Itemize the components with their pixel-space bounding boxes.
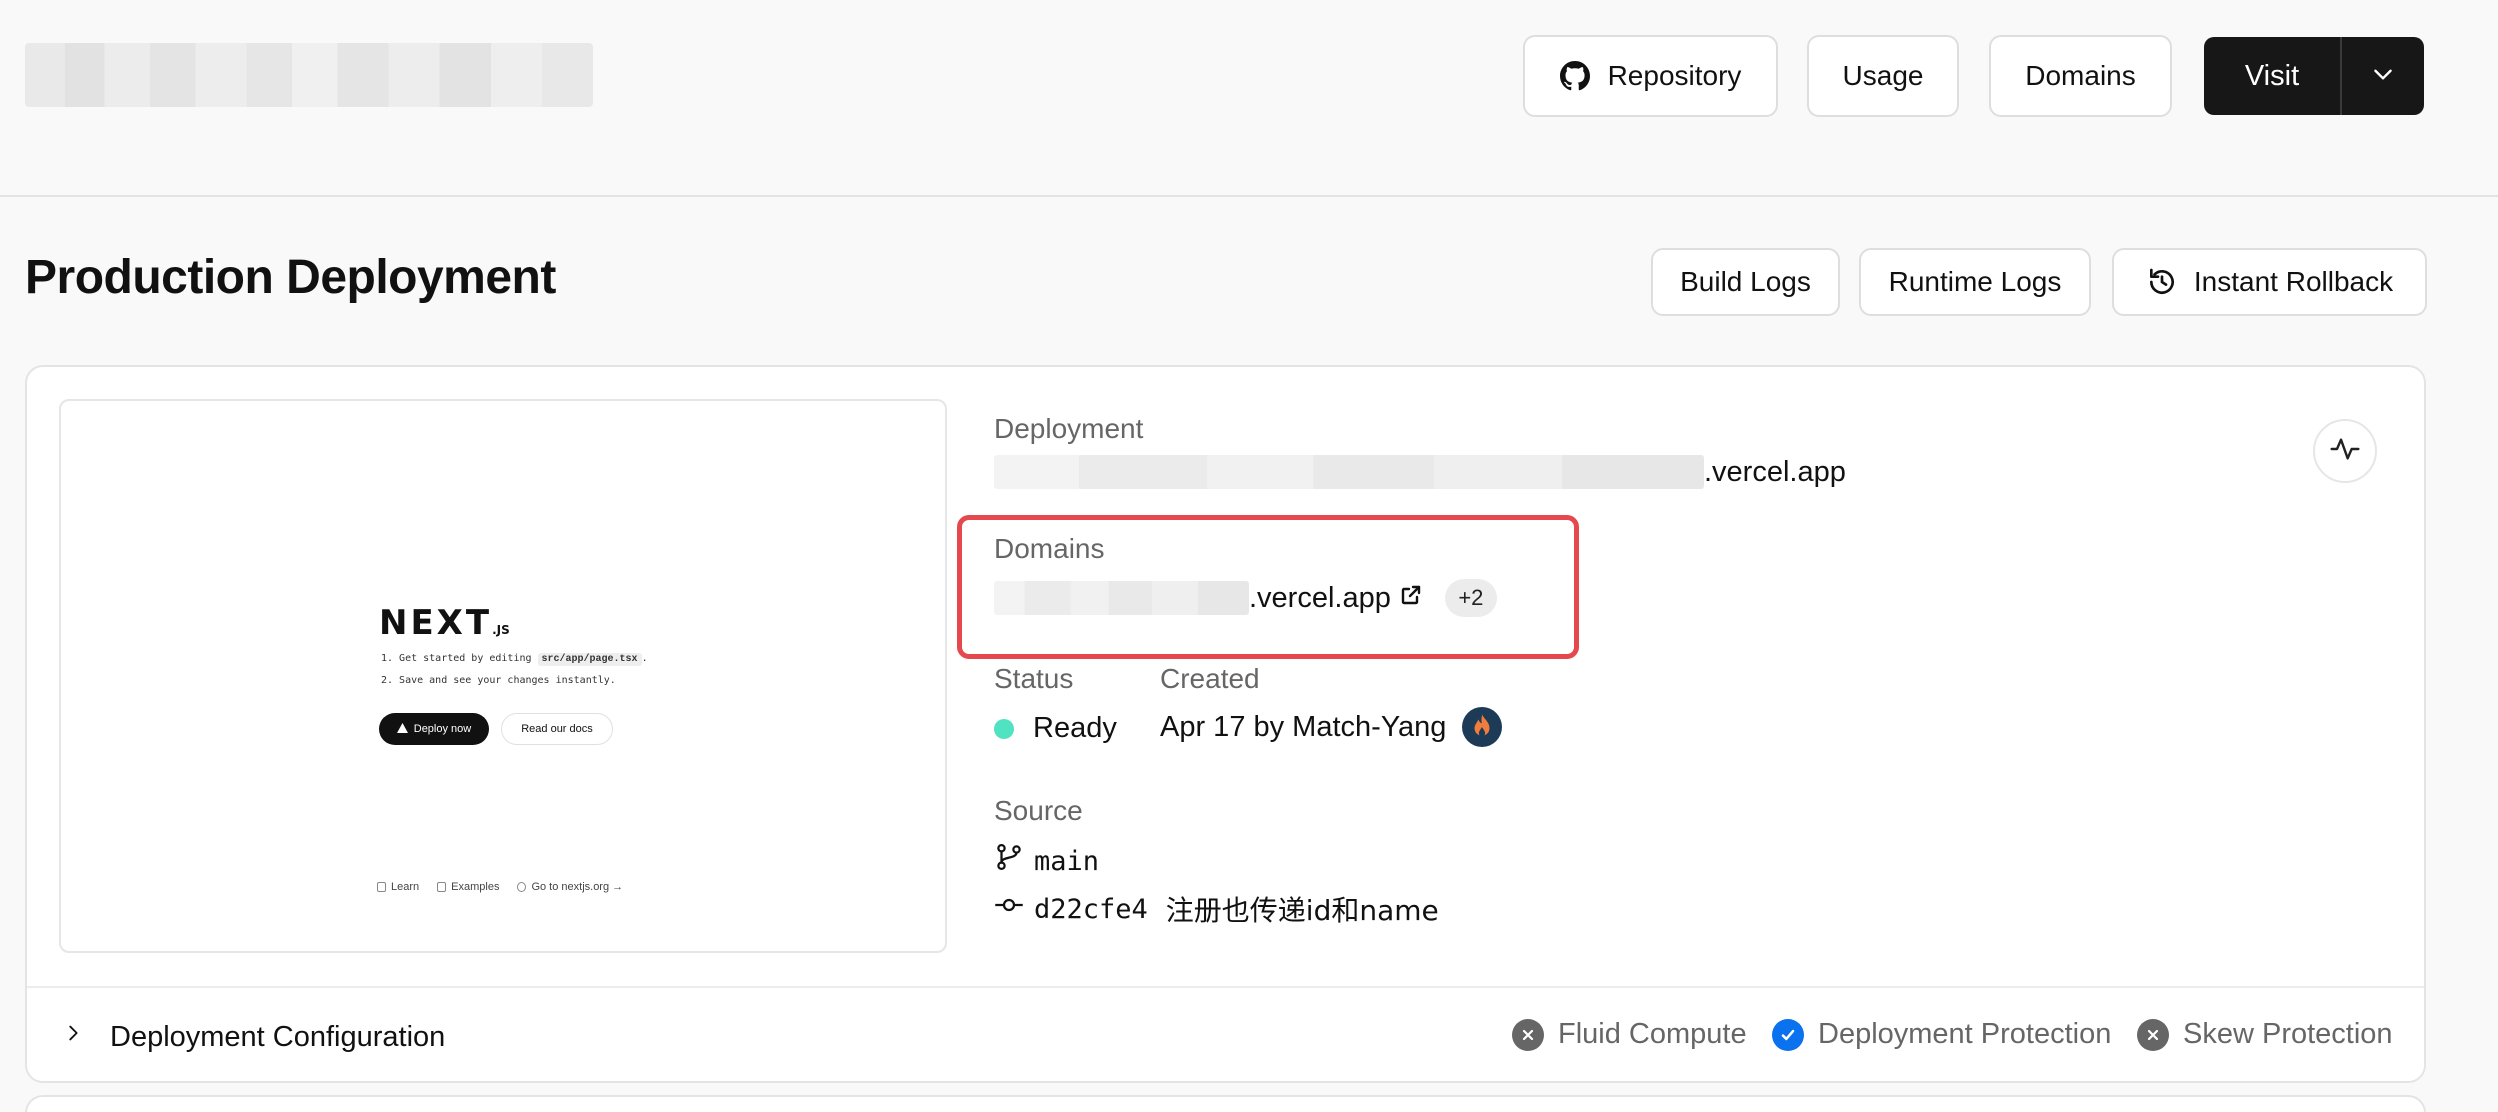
deployment-preview[interactable]: NEXT.JS 1. Get started by editing src/ap…: [59, 399, 947, 953]
triangle-icon: [396, 722, 408, 736]
preview-docs-button: Read our docs: [501, 713, 613, 745]
build-logs-label: Build Logs: [1680, 266, 1811, 297]
deployment-url-suffix: .vercel.app: [1704, 455, 1846, 488]
globe-icon: [517, 882, 527, 892]
domains-button[interactable]: Domains: [1989, 35, 2172, 117]
file-icon: [377, 882, 386, 892]
check-circle-icon: [1772, 1018, 1804, 1051]
domain-url-suffix: .vercel.app: [1249, 581, 1391, 614]
git-branch-icon: [994, 841, 1024, 881]
github-icon: [1559, 61, 1590, 91]
domains-label: Domains: [2025, 60, 2136, 91]
preview-step-2: 2. Save and see your changes instantly.: [381, 675, 616, 686]
usage-label: Usage: [1842, 60, 1924, 91]
nextjs-logo-suffix: .JS: [492, 623, 510, 637]
preview-deploy-button: Deploy now: [379, 713, 489, 745]
preview-step-1-text: 1. Get started by editing: [381, 653, 532, 664]
feature-deployment-protection: Deployment Protection: [1772, 1018, 2111, 1051]
top-header: Repository Usage Domains Visit: [0, 0, 2498, 197]
preview-step-1-suffix: .: [641, 653, 648, 664]
feature-skew-protection: Skew Protection: [2137, 1018, 2393, 1051]
chevron-down-icon: [2370, 61, 2396, 92]
visit-dropdown-button[interactable]: [2342, 37, 2424, 115]
commit-message: 注册也传递id和name: [1165, 894, 1439, 927]
status-label: Status: [994, 663, 1074, 694]
source-branch[interactable]: main: [994, 841, 1099, 881]
status-text: Ready: [1033, 712, 1117, 744]
activity-button[interactable]: [2313, 419, 2377, 483]
feature-label: Skew Protection: [2183, 1018, 2393, 1050]
x-circle-icon: [1512, 1018, 1544, 1051]
build-logs-button[interactable]: Build Logs: [1651, 248, 1840, 316]
activity-icon: [2329, 433, 2361, 470]
preview-footer-label: Learn: [391, 881, 420, 893]
runtime-logs-button[interactable]: Runtime Logs: [1859, 248, 2091, 316]
preview-footer-link: Go to nextjs.org →: [517, 881, 623, 893]
git-commit-icon: [994, 890, 1024, 928]
domain-link[interactable]: .vercel.app +2: [994, 579, 1497, 617]
visit-button[interactable]: Visit: [2204, 37, 2342, 115]
deployment-configuration-bar: Deployment Configuration Fluid Compute D…: [27, 986, 2424, 1081]
deployment-configuration-label: Deployment Configuration: [110, 1020, 446, 1053]
window-icon: [437, 882, 447, 892]
deployment-url[interactable]: .vercel.app: [994, 455, 1846, 489]
created-label: Created: [1160, 663, 1260, 694]
domain-url-redacted: [994, 581, 1249, 615]
x-circle-icon: [2137, 1018, 2169, 1051]
chevron-right-icon: [62, 1020, 84, 1054]
instant-rollback-button[interactable]: Instant Rollback: [2112, 248, 2427, 316]
instant-rollback-label: Instant Rollback: [2193, 266, 2394, 297]
avatar[interactable]: [1462, 707, 1503, 747]
usage-button[interactable]: Usage: [1807, 35, 1959, 117]
preview-footer: Learn Examples Go to nextjs.org →: [377, 881, 623, 893]
rollback-icon: [2146, 266, 2178, 298]
status-dot-icon: [994, 718, 1014, 739]
preview-step-1-code: src/app/page.tsx: [537, 653, 642, 666]
preview-deploy-label: Deploy now: [413, 723, 472, 735]
source-commit[interactable]: d22cfe4 注册也传递id和name: [994, 889, 1439, 929]
preview-footer-link: Examples: [437, 881, 499, 893]
preview-footer-label: Examples: [451, 881, 500, 893]
visit-label: Visit: [2244, 59, 2300, 92]
project-name-redacted[interactable]: [25, 43, 593, 107]
deployment-configuration-toggle[interactable]: Deployment Configuration: [62, 1020, 445, 1054]
page-title: Production Deployment: [25, 251, 556, 304]
feature-fluid-compute: Fluid Compute: [1512, 1018, 1747, 1051]
created-text: Apr 17 by Match-Yang: [1160, 710, 1447, 743]
visit-button-group: Visit: [2204, 37, 2424, 115]
domains-label: Domains: [994, 533, 1105, 564]
extra-domains-badge[interactable]: +2: [1444, 579, 1497, 617]
runtime-logs-label: Runtime Logs: [1888, 266, 2062, 297]
status-value: Ready: [994, 712, 1117, 745]
repository-button[interactable]: Repository: [1523, 35, 1778, 117]
external-link-icon[interactable]: [1399, 582, 1423, 615]
repository-label: Repository: [1607, 60, 1742, 91]
created-value: Apr 17 by Match-Yang: [1160, 707, 1503, 747]
next-card-edge: [25, 1095, 2426, 1112]
deployment-label: Deployment: [994, 413, 1144, 444]
deployment-card: NEXT.JS 1. Get started by editing src/ap…: [25, 365, 2426, 1083]
branch-name: main: [1034, 845, 1100, 877]
feature-label: Fluid Compute: [1558, 1018, 1747, 1050]
nextjs-logo-text: NEXT: [379, 603, 493, 643]
commit-hash: d22cfe4: [1034, 893, 1148, 925]
preview-step-1: 1. Get started by editing src/app/page.t…: [381, 653, 648, 666]
preview-footer-label: Go to nextjs.org →: [531, 881, 624, 893]
nextjs-logo: NEXT.JS: [379, 603, 510, 643]
feature-label: Deployment Protection: [1818, 1018, 2112, 1050]
preview-footer-link: Learn: [377, 881, 419, 893]
source-label: Source: [994, 795, 1083, 826]
deployment-url-redacted: [994, 455, 1704, 489]
